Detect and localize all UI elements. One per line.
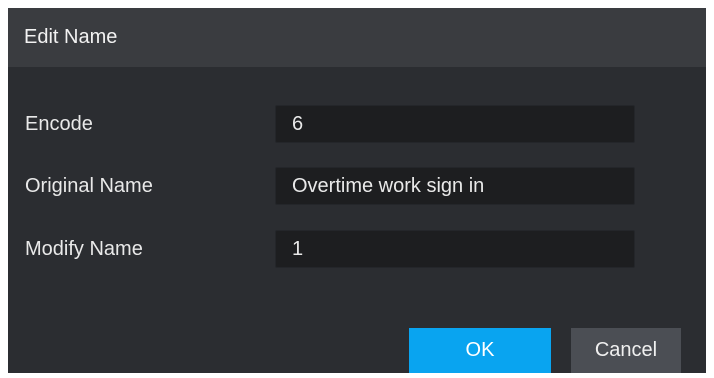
edit-name-dialog: Edit Name Encode Original Name Modify Na… — [8, 8, 706, 373]
modify-name-label: Modify Name — [25, 238, 143, 260]
dialog-titlebar: Edit Name — [8, 8, 706, 67]
ok-button[interactable]: OK — [409, 328, 551, 373]
encode-field[interactable] — [275, 105, 635, 143]
encode-label: Encode — [25, 113, 93, 135]
original-name-label: Original Name — [25, 175, 153, 197]
modify-name-field[interactable] — [275, 230, 635, 268]
cancel-button[interactable]: Cancel — [571, 328, 681, 373]
original-name-field[interactable] — [275, 167, 635, 205]
dialog-title: Edit Name — [24, 26, 118, 48]
